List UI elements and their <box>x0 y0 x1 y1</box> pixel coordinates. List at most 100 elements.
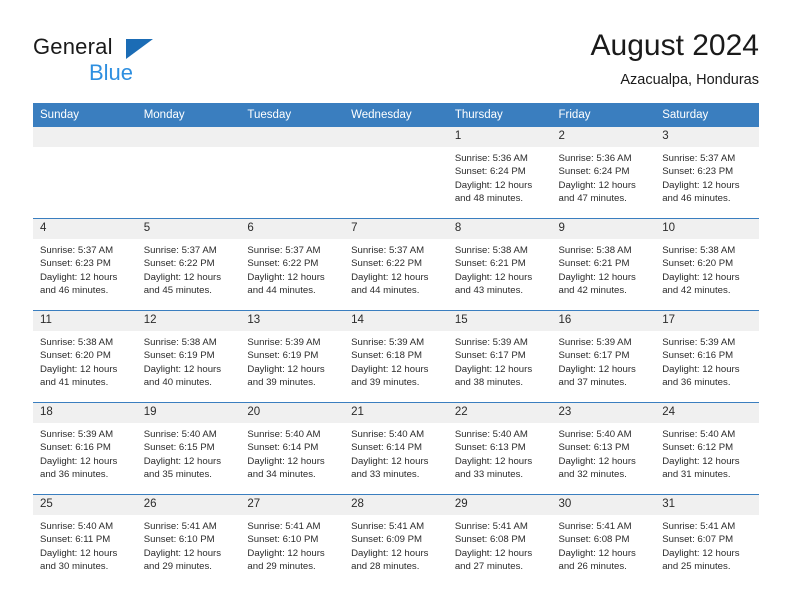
calendar-day-cell[interactable]: 7 Sunrise: 5:37 AM Sunset: 6:22 PM Daylight… <box>344 218 448 311</box>
day-number: 13 <box>240 311 345 331</box>
calendar-day-cell[interactable]: 13 Sunrise: 5:39 AM Sunset: 6:19 PM Dayligh… <box>240 310 345 403</box>
sunset-text: Sunset: 6:20 PM <box>40 350 111 362</box>
sunrise-text: Sunrise: 5:37 AM <box>40 245 114 256</box>
calendar-cell-inner: 26 Sunrise: 5:41 AM Sunset: 6:10 PM Dayligh… <box>136 495 241 586</box>
calendar-cell-inner: 23 Sunrise: 5:40 AM Sunset: 6:13 PM Dayligh… <box>551 403 656 494</box>
day-details: Sunrise: 5:41 AM Sunset: 6:08 PM Daylight:… <box>552 515 656 574</box>
sunrise-text: Sunrise: 5:40 AM <box>247 429 321 440</box>
day-number <box>344 127 448 147</box>
calendar-day-cell[interactable]: 15 Sunrise: 5:39 AM Sunset: 6:17 PM Dayligh… <box>447 310 552 403</box>
sunset-text: Sunset: 6:22 PM <box>247 258 319 270</box>
daylight-text: and 30 minutes. <box>40 561 109 573</box>
day-details: Sunrise: 5:37 AM Sunset: 6:23 PM Daylight:… <box>655 147 759 206</box>
sunset-text: Sunset: 6:22 PM <box>351 258 423 270</box>
calendar-day-cell[interactable]: 3 Sunrise: 5:37 AM Sunset: 6:23 PM Daylight… <box>655 127 759 219</box>
calendar-day-cell[interactable]: 16 Sunrise: 5:39 AM Sunset: 6:17 PM Dayligh… <box>551 310 656 403</box>
day-details: Sunrise: 5:40 AM Sunset: 6:12 PM Daylight:… <box>655 423 759 482</box>
day-details: Sunrise: 5:40 AM Sunset: 6:14 PM Daylight:… <box>344 423 448 482</box>
daylight-text: Daylight: 12 hours <box>247 547 325 559</box>
calendar-day-cell[interactable]: 12 Sunrise: 5:38 AM Sunset: 6:19 PM Dayligh… <box>136 310 241 403</box>
general-blue-logo[interactable]: General Blue <box>33 34 253 92</box>
calendar-day-cell[interactable]: 24 Sunrise: 5:40 AM Sunset: 6:12 PM Dayligh… <box>655 402 759 495</box>
calendar-day-cell[interactable]: 19 Sunrise: 5:40 AM Sunset: 6:15 PM Dayligh… <box>136 402 241 495</box>
daylight-text: Daylight: 12 hours <box>247 455 325 467</box>
daylight-text: Daylight: 12 hours <box>143 547 222 559</box>
daylight-text: Daylight: 12 hours <box>662 547 740 559</box>
weekday-header-thursday: Thursday <box>447 103 552 127</box>
daylight-text: and 31 minutes. <box>662 469 731 481</box>
daylight-text: Daylight: 12 hours <box>143 271 222 283</box>
calendar-day-cell[interactable]: 31 Sunrise: 5:41 AM Sunset: 6:07 PM Dayligh… <box>655 494 759 586</box>
sunrise-text: Sunrise: 5:37 AM <box>247 245 321 256</box>
calendar-day-cell[interactable]: 2 Sunrise: 5:36 AM Sunset: 6:24 PM Daylight… <box>551 127 656 219</box>
daylight-text: and 25 minutes. <box>662 561 731 573</box>
calendar-day-cell[interactable]: 10 Sunrise: 5:38 AM Sunset: 6:20 PM Dayligh… <box>655 218 759 311</box>
calendar-body: 1 Sunrise: 5:36 AM Sunset: 6:24 PM Daylight… <box>33 127 759 586</box>
calendar-day-cell[interactable]: 21 Sunrise: 5:40 AM Sunset: 6:14 PM Dayligh… <box>344 402 448 495</box>
day-number: 8 <box>447 219 552 239</box>
day-details: Sunrise: 5:39 AM Sunset: 6:16 PM Daylight:… <box>33 423 137 482</box>
day-number: 25 <box>33 495 137 515</box>
calendar-cell-inner: 8 Sunrise: 5:38 AM Sunset: 6:21 PM Daylight… <box>447 219 552 310</box>
calendar-cell-inner: 12 Sunrise: 5:38 AM Sunset: 6:19 PM Dayligh… <box>136 311 241 402</box>
calendar-cell-inner: 17 Sunrise: 5:39 AM Sunset: 6:16 PM Dayligh… <box>655 311 759 402</box>
day-number: 4 <box>33 219 137 239</box>
day-number: 3 <box>655 127 759 147</box>
daylight-text: and 37 minutes. <box>558 377 627 389</box>
sunrise-text: Sunrise: 5:39 AM <box>662 337 736 348</box>
sunset-text: Sunset: 6:13 PM <box>558 442 630 454</box>
calendar-day-cell[interactable]: 17 Sunrise: 5:39 AM Sunset: 6:16 PM Dayligh… <box>655 310 759 403</box>
daylight-text: Daylight: 12 hours <box>40 547 118 559</box>
calendar-day-cell[interactable]: 6 Sunrise: 5:37 AM Sunset: 6:22 PM Daylight… <box>240 218 345 311</box>
calendar-cell-inner: 20 Sunrise: 5:40 AM Sunset: 6:14 PM Dayligh… <box>240 403 345 494</box>
calendar-day-cell[interactable]: 1 Sunrise: 5:36 AM Sunset: 6:24 PM Daylight… <box>447 127 552 219</box>
calendar-day-cell[interactable]: 23 Sunrise: 5:40 AM Sunset: 6:13 PM Dayligh… <box>551 402 656 495</box>
day-number: 26 <box>136 495 241 515</box>
day-number: 21 <box>344 403 448 423</box>
day-number: 2 <box>551 127 656 147</box>
calendar-day-cell[interactable]: 18 Sunrise: 5:39 AM Sunset: 6:16 PM Dayligh… <box>33 402 137 495</box>
calendar-cell-inner: 6 Sunrise: 5:37 AM Sunset: 6:22 PM Daylight… <box>240 219 345 310</box>
day-number: 24 <box>655 403 759 423</box>
day-details <box>33 147 137 152</box>
day-number: 18 <box>33 403 137 423</box>
calendar-day-cell[interactable]: 4 Sunrise: 5:37 AM Sunset: 6:23 PM Daylight… <box>33 218 137 311</box>
sunset-text: Sunset: 6:22 PM <box>143 258 215 270</box>
day-details: Sunrise: 5:40 AM Sunset: 6:13 PM Daylight:… <box>552 423 656 482</box>
weekday-header-saturday: Saturday <box>655 103 759 127</box>
sunrise-text: Sunrise: 5:37 AM <box>143 245 217 256</box>
daylight-text: and 28 minutes. <box>351 561 420 573</box>
calendar-day-cell[interactable]: 25 Sunrise: 5:40 AM Sunset: 6:11 PM Dayligh… <box>33 494 137 586</box>
day-number <box>33 127 137 147</box>
sunrise-text: Sunrise: 5:39 AM <box>454 337 528 348</box>
day-details: Sunrise: 5:40 AM Sunset: 6:15 PM Daylight:… <box>137 423 241 482</box>
sunrise-text: Sunrise: 5:41 AM <box>558 521 632 532</box>
sunset-text: Sunset: 6:18 PM <box>351 350 423 362</box>
sunset-text: Sunset: 6:14 PM <box>351 442 423 454</box>
daylight-text: and 44 minutes. <box>351 285 420 297</box>
calendar-day-cell[interactable]: 5 Sunrise: 5:37 AM Sunset: 6:22 PM Daylight… <box>136 218 241 311</box>
calendar-day-cell[interactable]: 28 Sunrise: 5:41 AM Sunset: 6:09 PM Dayligh… <box>344 494 448 586</box>
daylight-text: and 26 minutes. <box>558 561 627 573</box>
calendar-day-cell[interactable]: 22 Sunrise: 5:40 AM Sunset: 6:13 PM Dayligh… <box>447 402 552 495</box>
calendar-day-cell[interactable]: 30 Sunrise: 5:41 AM Sunset: 6:08 PM Dayligh… <box>551 494 656 586</box>
daylight-text: and 34 minutes. <box>247 469 316 481</box>
sunrise-text: Sunrise: 5:38 AM <box>662 245 736 256</box>
calendar-cell-inner: 18 Sunrise: 5:39 AM Sunset: 6:16 PM Dayligh… <box>33 403 137 494</box>
daylight-text: Daylight: 12 hours <box>247 271 325 283</box>
calendar-day-cell[interactable]: 29 Sunrise: 5:41 AM Sunset: 6:08 PM Dayligh… <box>447 494 552 586</box>
calendar-day-cell[interactable]: 20 Sunrise: 5:40 AM Sunset: 6:14 PM Dayligh… <box>240 402 345 495</box>
day-number: 29 <box>447 495 552 515</box>
calendar-day-cell[interactable]: 11 Sunrise: 5:38 AM Sunset: 6:20 PM Dayligh… <box>33 310 137 403</box>
calendar-day-cell[interactable]: 14 Sunrise: 5:39 AM Sunset: 6:18 PM Dayligh… <box>344 310 448 403</box>
calendar-cell-inner: 31 Sunrise: 5:41 AM Sunset: 6:07 PM Dayligh… <box>655 495 759 586</box>
calendar-day-cell[interactable]: 27 Sunrise: 5:41 AM Sunset: 6:10 PM Dayligh… <box>240 494 345 586</box>
calendar-day-cell[interactable]: 26 Sunrise: 5:41 AM Sunset: 6:10 PM Dayligh… <box>136 494 241 586</box>
daylight-text: Daylight: 12 hours <box>454 363 533 375</box>
sunset-text: Sunset: 6:10 PM <box>247 534 319 546</box>
calendar-week-row: 4 Sunrise: 5:37 AM Sunset: 6:23 PM Daylight… <box>33 218 759 311</box>
page-header: General Blue August 2024 Azacualpa, Hond… <box>0 0 792 103</box>
calendar-day-cell[interactable]: 9 Sunrise: 5:38 AM Sunset: 6:21 PM Daylight… <box>551 218 656 311</box>
day-number <box>136 127 241 147</box>
calendar-day-cell[interactable]: 8 Sunrise: 5:38 AM Sunset: 6:21 PM Daylight… <box>447 218 552 311</box>
